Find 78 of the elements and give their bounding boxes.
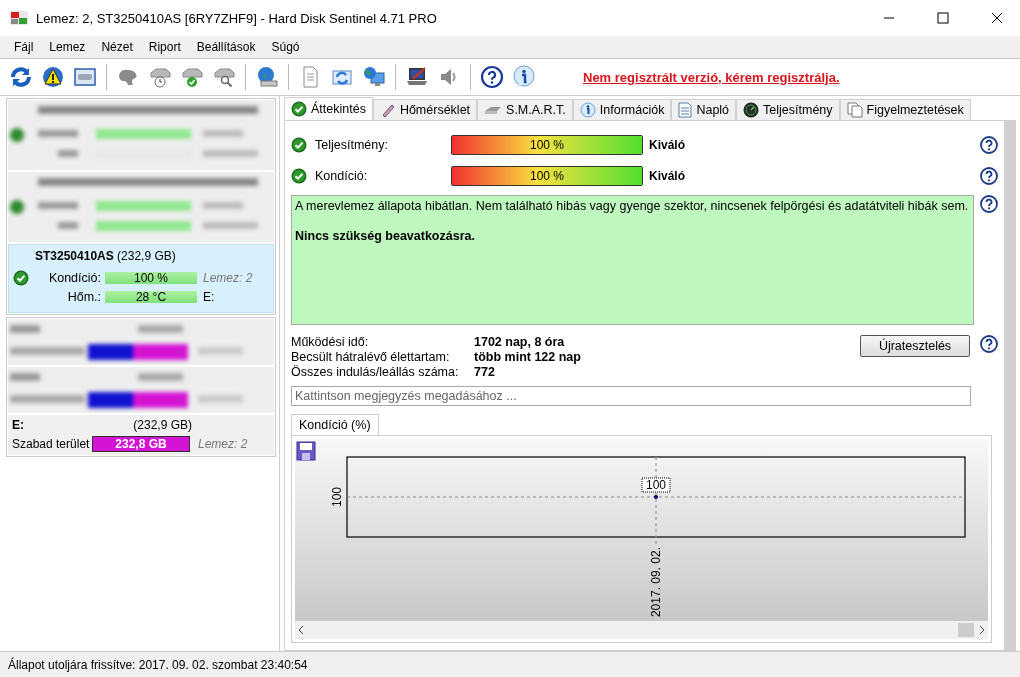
disk-note: Lemez: 2 <box>198 437 248 451</box>
help-icon[interactable] <box>980 195 998 213</box>
check-icon <box>291 101 307 117</box>
volume-name: E: <box>12 418 24 432</box>
summary-text: A merevlemez állapota hibátlan. Nem található hibás vagy gyenge szektor, nincsenek felpörgési és adatátviteli hibák sem. <box>295 199 970 213</box>
status-check-icon <box>291 167 307 184</box>
disk-card[interactable]: ST3250410AS (232,9 GB) Kondíció: 100 % Lemez: 2 Hőm.: 28 °C E: <box>8 244 274 313</box>
help-icon[interactable] <box>980 135 998 154</box>
close-icon <box>991 12 1003 24</box>
disk-note: E: <box>203 289 215 304</box>
blurred-disk-card[interactable] <box>8 172 274 242</box>
volume-card[interactable]: E: (232,9 GB) Szabad terület 232,8 GB Lemez: 2 <box>8 415 274 455</box>
meter-bar: 100 % <box>451 165 643 186</box>
rating-text: Kiváló <box>649 137 686 152</box>
meter-label: Kondíció: <box>315 168 369 183</box>
info-icon[interactable] <box>511 64 537 90</box>
stat-value: 772 <box>474 365 496 379</box>
menu-item[interactable]: Lemez <box>41 40 94 54</box>
note-field[interactable]: Kattintson megjegyzés megadásához ... <box>291 386 971 406</box>
help-icon[interactable] <box>479 64 505 90</box>
rating-text: Kiváló <box>649 168 686 183</box>
blurred-volume-card[interactable] <box>8 319 274 365</box>
save-icon[interactable] <box>296 441 316 461</box>
tab[interactable]: Információk <box>572 99 672 120</box>
meter-bar: 100 % <box>451 134 643 155</box>
scroll-thumb[interactable] <box>958 623 974 637</box>
gauge-icon <box>743 102 760 118</box>
free-space-bar: 232,8 GB <box>92 436 190 452</box>
menu-item[interactable]: Riport <box>140 40 189 54</box>
y-tick-label: 100 <box>330 487 344 507</box>
tab[interactable]: Áttekintés <box>284 97 373 120</box>
disk-name: ST3250410AS (232,9 GB) <box>34 249 177 263</box>
horizontal-scrollbar[interactable] <box>295 621 988 639</box>
tab[interactable]: Figyelmeztetések <box>839 99 971 120</box>
document-icon <box>678 102 693 118</box>
volume-size: (232,9 GB) <box>133 418 192 432</box>
tab[interactable]: S.M.A.R.T. <box>477 99 573 120</box>
chip-icon <box>484 104 503 116</box>
blurred-volume-card[interactable] <box>8 367 274 413</box>
refresh-icon[interactable] <box>8 64 34 90</box>
register-link[interactable]: Nem regisztrált verzió, kérem regisztrálja. <box>583 69 840 85</box>
menu-item[interactable]: Súgó <box>263 40 308 54</box>
app-icon <box>10 11 28 25</box>
value-bar: 100 % <box>105 271 197 284</box>
status-check-icon <box>291 136 307 153</box>
maximize-icon <box>937 12 949 24</box>
menu-item[interactable]: Nézet <box>93 40 141 54</box>
status-check-icon <box>13 269 29 286</box>
data-point <box>654 495 658 499</box>
tab[interactable]: Napló <box>671 99 737 120</box>
data-label: 100 <box>641 477 671 493</box>
pages-icon <box>846 102 863 118</box>
blurred-disk-card[interactable] <box>8 100 274 170</box>
retest-button[interactable]: Újratesztelés <box>860 335 970 357</box>
x-tick-label: 2017. 09. 02. <box>649 547 663 617</box>
menu-item[interactable]: Fájl <box>6 40 42 54</box>
disk-note: Lemez: 2 <box>203 270 253 285</box>
conclusion-text: Nincs szükség beavatkozásra. <box>295 229 476 243</box>
stat-label: Működési idő: <box>291 335 370 349</box>
meter-label: Teljesítmény: <box>315 137 389 152</box>
field-label: Kondíció: <box>47 270 102 285</box>
tab[interactable]: Teljesítmény <box>736 99 840 120</box>
field-label: Szabad terület <box>12 437 91 451</box>
status-text: Állapot utoljára frissítve: 2017. 09. 02. szombat 23:40:54 <box>0 651 1020 677</box>
stat-value: 1702 nap, 8 óra <box>474 335 566 349</box>
help-icon[interactable] <box>980 335 998 353</box>
window-title: Lemez: 2, ST3250410AS [6RY7ZHF9] - Hard Disk Sentinel 4.71 PRO <box>36 10 438 26</box>
stat-value: több mint 122 nap <box>474 350 582 364</box>
tab[interactable]: Hőmérséklet <box>372 99 478 120</box>
stat-label: Összes indulás/leállás száma: <box>291 365 460 379</box>
value-bar: 28 °C <box>105 290 197 303</box>
info-icon <box>579 102 596 118</box>
field-label: Hőm.: <box>66 289 102 304</box>
stat-label: Becsült hátralévő élettartam: <box>291 350 451 364</box>
chart-tab[interactable]: Kondíció (%) <box>291 414 379 435</box>
help-icon[interactable] <box>980 166 998 185</box>
menu-item[interactable]: Beállítások <box>188 40 264 54</box>
warning-icon[interactable] <box>40 64 66 90</box>
